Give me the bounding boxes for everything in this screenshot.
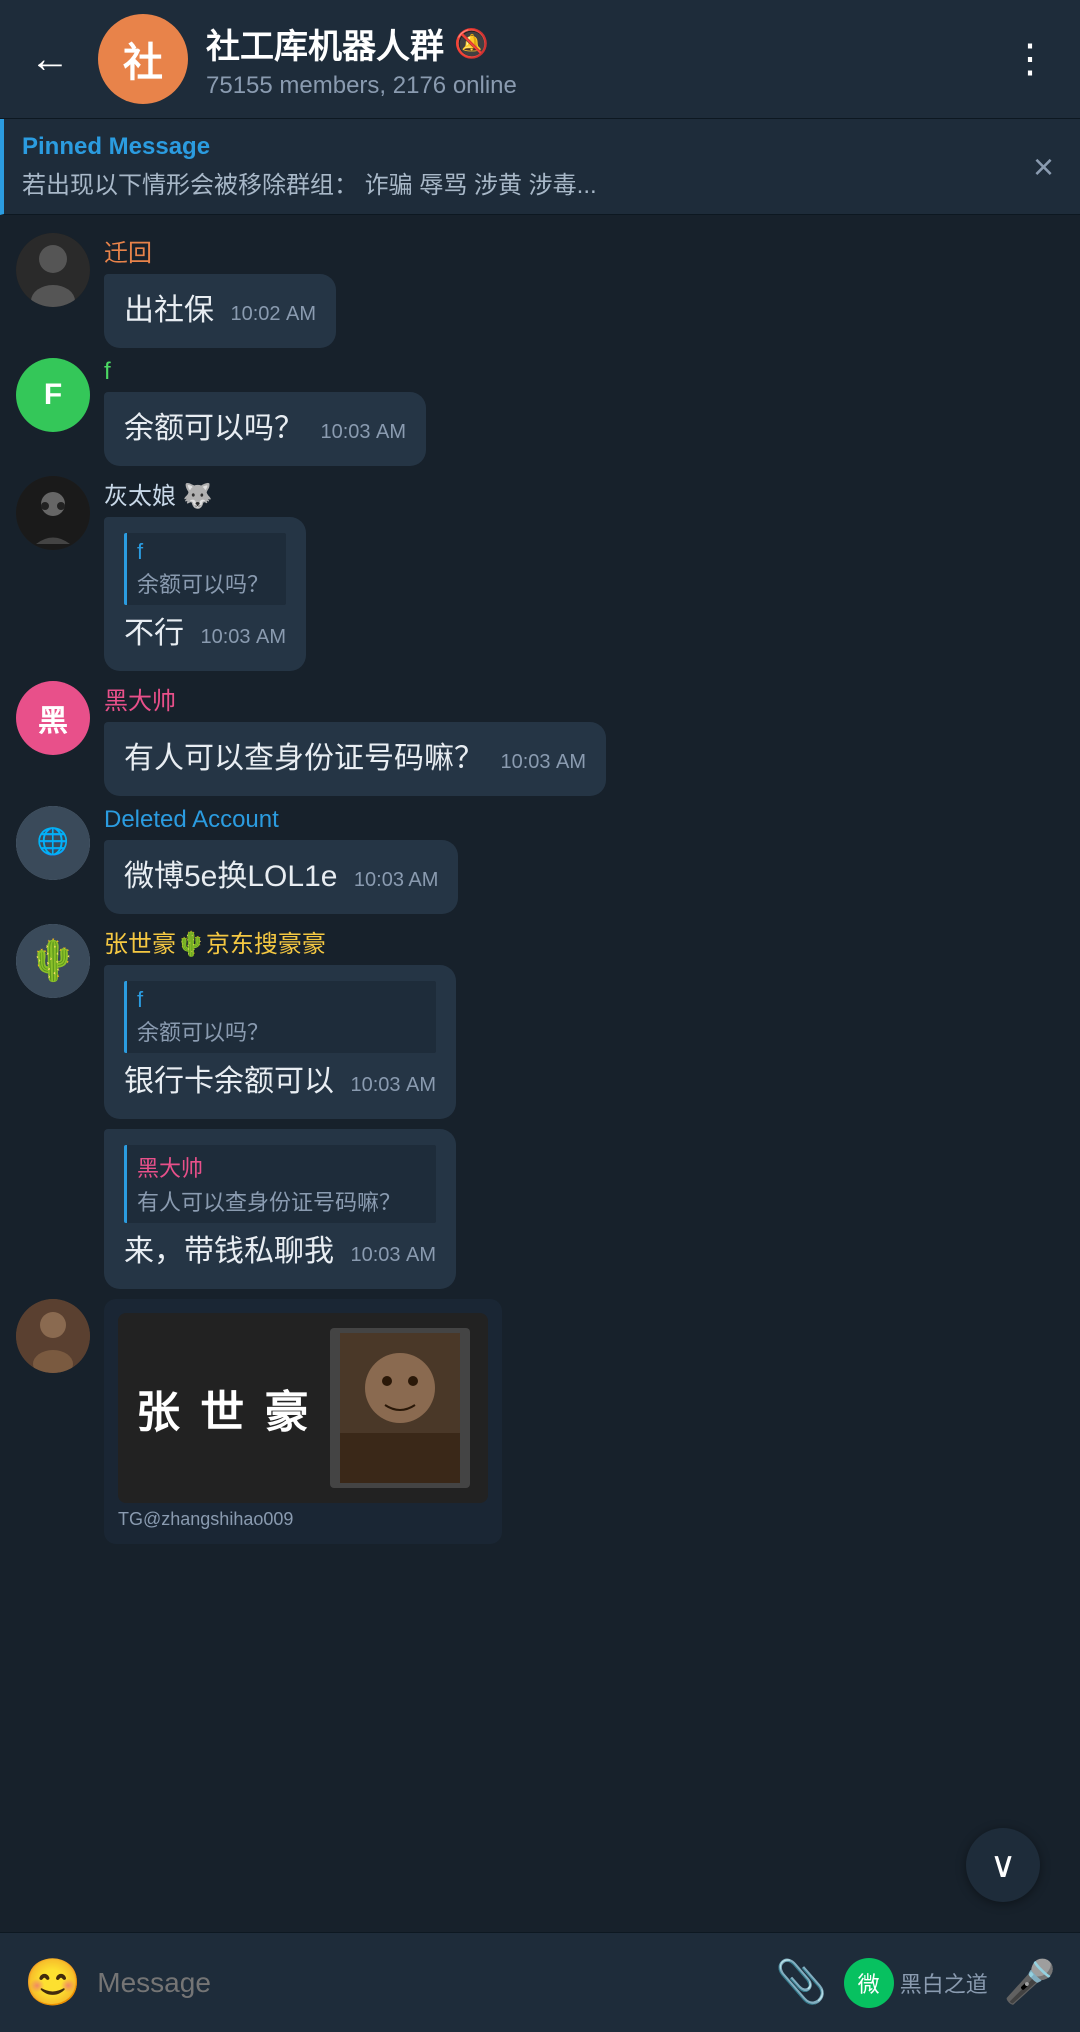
watermark-label: 黑白之道 [900,1967,988,1999]
quote-block: f 余额可以吗？ [124,533,286,605]
message-row: F f 余额可以吗？ 10:03 AM [16,358,1064,466]
bubble-wrap: 迁回 出社保 10:02 AM [104,233,963,348]
pinned-title: Pinned Message [22,133,597,161]
bubble-wrap: Deleted Account 微博5e换LOL1e 10:03 AM [104,806,963,914]
message-bubble: 有人可以查身份证号码嘛？ 10:03 AM [104,722,606,796]
tg-handle: TG@zhangshihao009 [118,1509,488,1530]
sticker-bubble: 张 世 豪 TG@zhangshihao009 [104,1299,502,1544]
bubble-wrap: 黑大帅 有人可以查身份证号码嘛？ 10:03 AM [104,681,963,796]
message-input[interactable] [97,1967,759,1999]
svg-text:🌐: 🌐 [37,826,69,856]
header: ← 社 社工库机器人群 🔕 75155 members, 2176 online… [0,0,1080,119]
watermark: 微 黑白之道 [844,1958,988,2008]
pinned-content: Pinned Message 若出现以下情形会被移除群组： 诈骗 辱骂 涉黄 涉… [22,133,597,200]
timestamp: 10:03 AM [350,1074,436,1096]
message-text: 来，带钱私聊我 [124,1235,334,1268]
timestamp: 10:03 AM [354,869,439,891]
group-name: 社工库机器人群 [206,19,444,68]
sticker-image: 张 世 豪 [118,1313,488,1503]
avatar: 🌵 [16,924,90,998]
emoji-button[interactable]: 😊 [24,1955,81,2010]
pinned-message-bar[interactable]: Pinned Message 若出现以下情形会被移除群组： 诈骗 辱骂 涉黄 涉… [0,119,1080,215]
quote-text: 余额可以吗？ [137,1015,426,1047]
sticker-wrap: 张 世 豪 TG@zhangshihao009 [104,1299,963,1544]
message-bubble: 余额可以吗？ 10:03 AM [104,392,426,466]
message-row: 黑大帅 有人可以查身份证号码嘛？ 来，带钱私聊我 10:03 AM [16,1129,1064,1289]
quote-sender: f [137,539,276,565]
bubble-wrap: 灰太娘 🐺 f 余额可以吗？ 不行 10:03 AM [104,476,963,671]
message-text: 余额可以吗？ [124,412,304,445]
message-bubble: f 余额可以吗？ 不行 10:03 AM [104,517,306,671]
message-row: 迁回 出社保 10:02 AM [16,233,1064,348]
message-bubble: 出社保 10:02 AM [104,274,336,348]
scroll-to-bottom-button[interactable]: ∨ [966,1828,1040,1902]
timestamp: 10:03 AM [200,626,286,648]
bubble-wrap: f 余额可以吗？ 10:03 AM [104,358,963,466]
message-row: 灰太娘 🐺 f 余额可以吗？ 不行 10:03 AM [16,476,1064,671]
chat-area: 迁回 出社保 10:02 AM F f 余额可以吗？ 10:03 AM [0,215,1080,1932]
avatar-letter: 黑 [38,696,68,740]
group-avatar: 社 [98,14,188,104]
message-bubble: 微博5e换LOL1e 10:03 AM [104,840,458,914]
bubble-wrap: 黑大帅 有人可以查身份证号码嘛？ 来，带钱私聊我 10:03 AM [104,1129,963,1289]
message-text: 不行 [124,617,184,650]
sender-name: 灰太娘 🐺 [104,476,963,511]
pinned-close-button[interactable]: × [1025,142,1062,192]
message-bubble: f 余额可以吗？ 银行卡余额可以 10:03 AM [104,965,456,1119]
sender-name: f [104,358,963,386]
sender-name: Deleted Account [104,806,963,834]
avatar: 黑 [16,681,90,755]
message-row: 张 世 豪 TG@zhangshihao009 [16,1299,1064,1544]
sender-name: 张世豪🌵京东搜豪豪 [104,924,963,959]
quote-text: 有人可以查身份证号码嘛？ [137,1185,426,1217]
message-bubble: 黑大帅 有人可以查身份证号码嘛？ 来，带钱私聊我 10:03 AM [104,1129,456,1289]
message-text: 微博5e换LOL1e [124,860,337,893]
sender-name: 迁回 [104,233,963,268]
avatar [16,233,90,307]
message-text: 出社保 [124,294,214,327]
timestamp: 10:03 AM [500,751,586,773]
message-text: 银行卡余额可以 [124,1065,334,1098]
quote-block: f 余额可以吗？ [124,981,436,1053]
pinned-text: 若出现以下情形会被移除群组： 诈骗 辱骂 涉黄 涉毒... [22,165,597,200]
avatar [16,1299,90,1373]
watermark-icon: 微 [844,1958,894,2008]
timestamp: 10:02 AM [230,303,316,325]
avatar-letter: F [44,378,62,412]
message-row: 黑 黑大帅 有人可以查身份证号码嘛？ 10:03 AM [16,681,1064,796]
avatar [16,476,90,550]
back-button[interactable]: ← [20,33,80,86]
quote-block: 黑大帅 有人可以查身份证号码嘛？ [124,1145,436,1223]
sticker-name-text: 张 世 豪 [136,1376,312,1440]
more-button[interactable]: ⋮ [1000,32,1060,86]
avatar: 🌐 [16,806,90,880]
bubble-wrap: 张世豪🌵京东搜豪豪 f 余额可以吗？ 银行卡余额可以 10:03 AM [104,924,963,1119]
mute-icon: 🔕 [454,27,489,60]
mic-button[interactable]: 🎤 [1004,1958,1056,2007]
svg-text:🌵: 🌵 [28,937,78,983]
quote-text: 余额可以吗？ [137,567,276,599]
attach-button[interactable]: 📎 [775,1958,827,2007]
bottom-bar: 😊 📎 微 黑白之道 🎤 [0,1932,1080,2032]
timestamp: 10:03 AM [350,1244,436,1266]
sender-name: 黑大帅 [104,681,963,716]
sticker-face [330,1328,470,1488]
avatar: F [16,358,90,432]
quote-sender: f [137,987,426,1013]
message-text: 有人可以查身份证号码嘛？ [124,742,484,775]
group-members: 75155 members, 2176 online [206,72,982,100]
quote-sender: 黑大帅 [137,1151,426,1183]
timestamp: 10:03 AM [320,421,406,443]
message-row: 🌐 Deleted Account 微博5e换LOL1e 10:03 AM [16,806,1064,914]
group-info: 社工库机器人群 🔕 75155 members, 2176 online [206,19,982,100]
message-row: 🌵 张世豪🌵京东搜豪豪 f 余额可以吗？ 银行卡余额可以 10:03 AM [16,924,1064,1119]
